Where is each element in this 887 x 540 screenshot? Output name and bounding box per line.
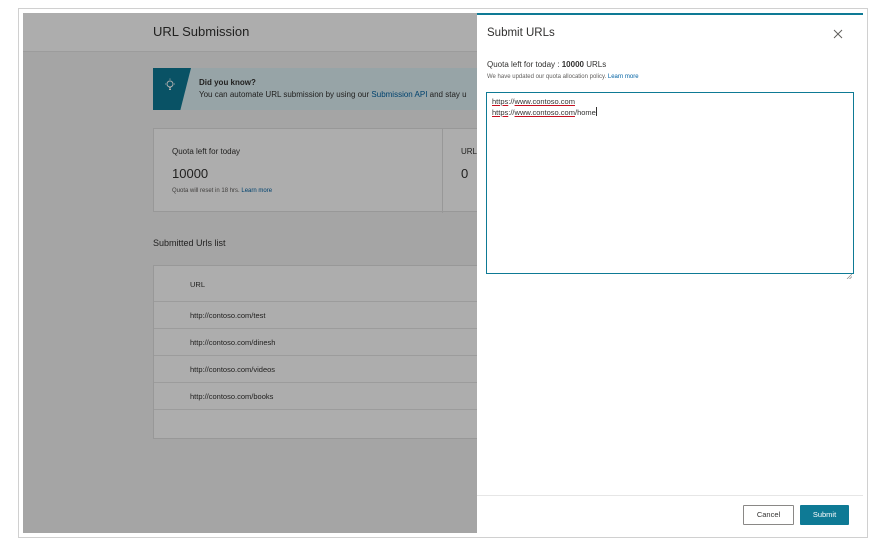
panel-title: Submit URLs [487,27,555,39]
close-icon[interactable] [831,27,845,41]
url-host: www.contoso.com [514,97,575,106]
panel-quota-value: 10000 [561,60,584,69]
submit-button[interactable]: Submit [800,505,849,525]
url-input-line: https://www.contoso.com/home [492,107,848,118]
panel-quota-prefix: Quota left for today : [487,60,562,69]
url-input-textarea[interactable]: https://www.contoso.com https://www.cont… [486,92,854,280]
modal-overlay[interactable] [23,13,479,533]
submit-urls-panel: Submit URLs Quota left for today : 10000… [477,13,863,533]
url-scheme: https [492,108,509,117]
cancel-button[interactable]: Cancel [743,505,794,525]
url-scheme: https [492,97,509,106]
text-caret [595,107,597,116]
resize-grip-icon[interactable] [846,266,853,280]
policy-learn-more-link[interactable]: Learn more [608,74,639,80]
policy-notice: We have updated our quota allocation pol… [487,74,639,80]
panel-footer: Cancel Submit [477,495,863,533]
url-path: /home [574,108,596,117]
panel-quota-suffix: URLs [583,60,607,69]
policy-text: We have updated our quota allocation pol… [487,74,608,80]
url-host: www.contoso.com [514,108,575,117]
panel-quota-line: Quota left for today : 10000 URLs [487,60,606,69]
url-input-line: https://www.contoso.com [492,97,848,107]
